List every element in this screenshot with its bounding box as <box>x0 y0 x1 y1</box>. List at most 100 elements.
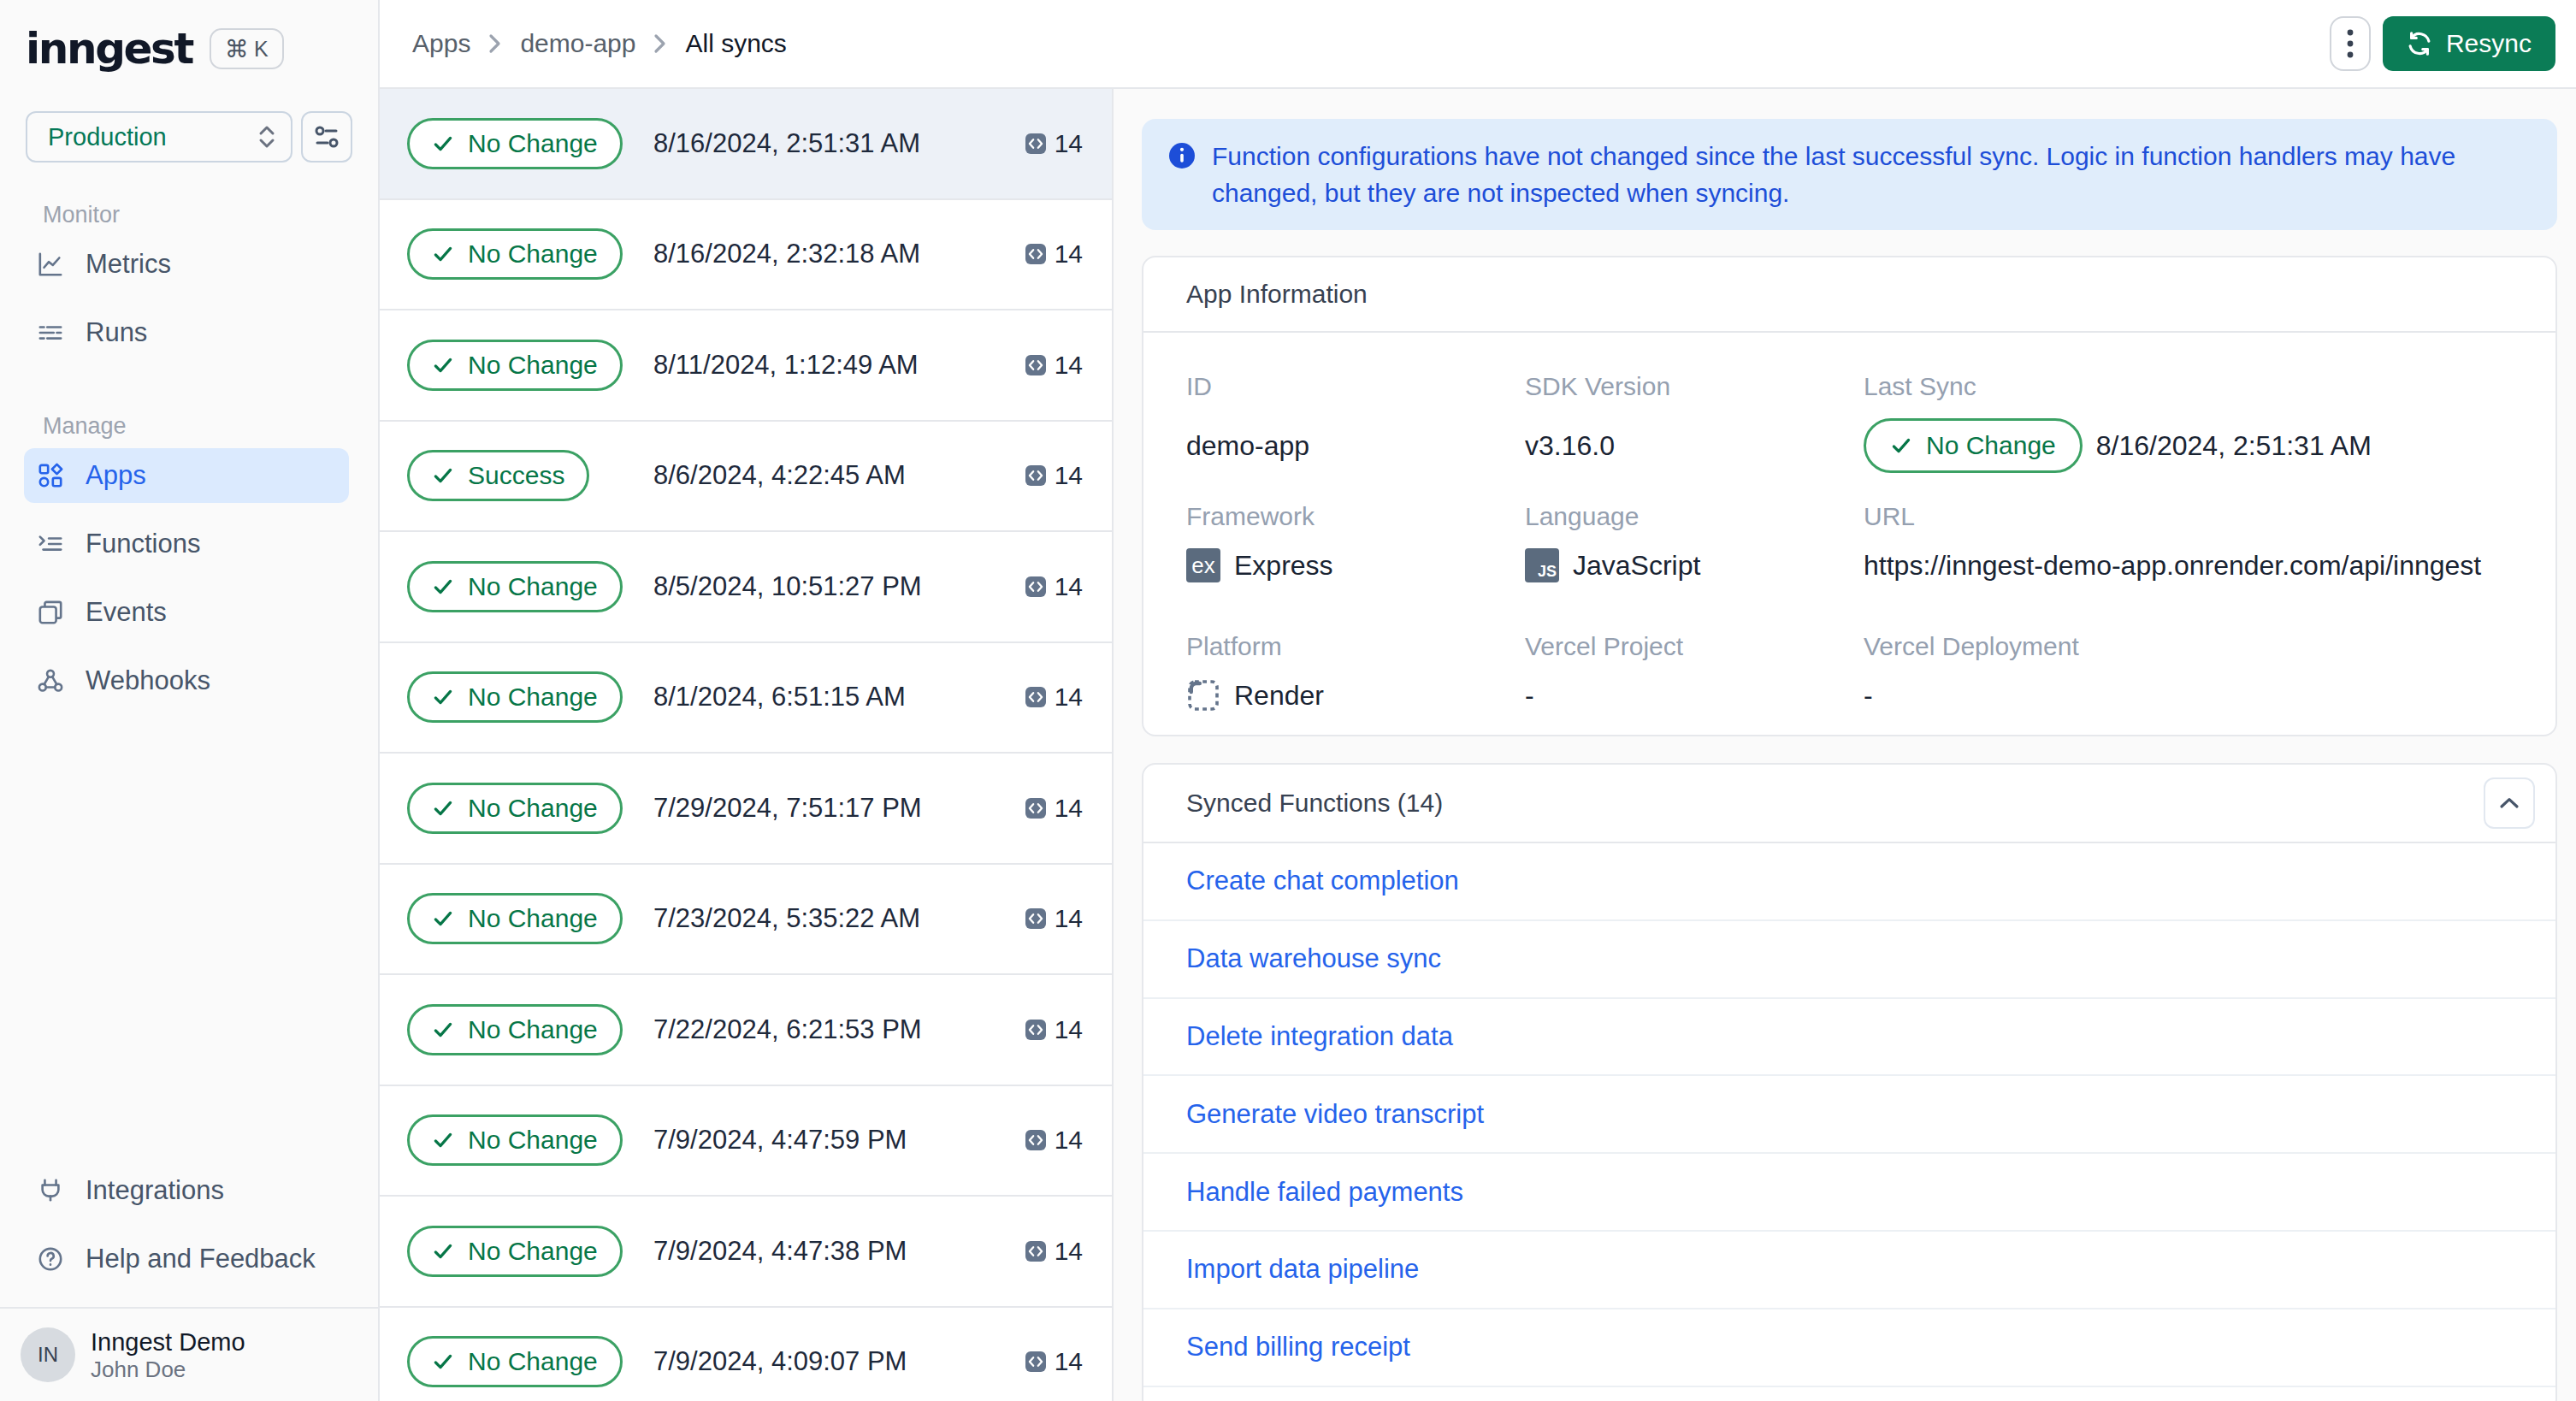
synced-functions-card: Synced Functions (14) Create chat comple… <box>1142 763 2557 1401</box>
function-row[interactable]: Create chat completion <box>1143 843 2555 921</box>
user-org: Inngest Demo <box>91 1327 245 1357</box>
sync-list-item[interactable]: No Change 7/9/2024, 4:47:38 PM 14 <box>380 1197 1112 1308</box>
sync-list-item[interactable]: No Change 7/22/2024, 6:21:53 PM 14 <box>380 975 1112 1086</box>
sync-list-item[interactable]: No Change 8/16/2024, 2:32:18 AM 14 <box>380 200 1112 311</box>
app-root: inngest ⌘K Production Monitor Metrics Ru… <box>0 0 2576 1401</box>
express-icon: ex <box>1186 548 1220 582</box>
sidebar: inngest ⌘K Production Monitor Metrics Ru… <box>0 0 380 1401</box>
sidebar-item-functions[interactable]: Functions <box>24 517 349 571</box>
sidebar-item-label: Help and Feedback <box>86 1244 316 1274</box>
kebab-icon <box>2347 28 2354 59</box>
sync-list: No Change 8/16/2024, 2:51:31 AM 14 No Ch… <box>380 89 1114 1401</box>
function-row[interactable]: Delete integration data <box>1143 999 2555 1077</box>
environment-select[interactable]: Production <box>26 111 292 163</box>
function-row[interactable]: Import data pipeline <box>1143 1232 2555 1309</box>
sync-list-item[interactable]: No Change 7/9/2024, 4:09:07 PM 14 <box>380 1308 1112 1401</box>
sync-list-item[interactable]: No Change 7/9/2024, 4:47:59 PM 14 <box>380 1086 1112 1197</box>
function-row[interactable]: Data warehouse sync <box>1143 921 2555 999</box>
sync-status-badge: No Change <box>407 1004 623 1055</box>
breadcrumb-demo-app[interactable]: demo-app <box>520 29 635 58</box>
collapse-button[interactable] <box>2484 777 2535 829</box>
sync-timestamp: 7/9/2024, 4:09:07 PM <box>653 1346 1025 1377</box>
sync-timestamp: 8/6/2024, 4:22:45 AM <box>653 460 1025 491</box>
function-link[interactable]: Handle failed payments <box>1186 1177 1463 1208</box>
help-icon <box>38 1246 63 1272</box>
sync-status-badge: No Change <box>407 228 623 280</box>
check-icon <box>432 1019 454 1041</box>
chevron-updown-icon <box>257 123 277 151</box>
function-row[interactable]: Generate video transcript <box>1143 1076 2555 1154</box>
code-icon <box>1025 908 1046 929</box>
code-icon <box>1025 687 1046 707</box>
check-icon <box>432 797 454 819</box>
sync-timestamp: 8/16/2024, 2:32:18 AM <box>653 239 1025 269</box>
sidebar-item-help[interactable]: Help and Feedback <box>24 1232 349 1286</box>
shortcut-key: K <box>254 37 269 62</box>
check-icon <box>432 576 454 598</box>
sync-timestamp: 7/22/2024, 6:21:53 PM <box>653 1014 1025 1045</box>
main-panel: Function configurations have not changed… <box>1114 89 2576 1401</box>
code-icon <box>1025 465 1046 486</box>
resync-button[interactable]: Resync <box>2383 16 2555 71</box>
functions-icon <box>38 531 63 557</box>
sidebar-item-apps[interactable]: Apps <box>24 448 349 503</box>
sync-function-count: 14 <box>1025 904 1083 933</box>
user-menu[interactable]: IN Inngest Demo John Doe <box>0 1309 378 1401</box>
sidebar-item-events[interactable]: Events <box>24 585 349 640</box>
code-icon <box>1025 244 1046 264</box>
check-icon <box>432 243 454 265</box>
function-link[interactable]: Delete integration data <box>1186 1021 1453 1052</box>
sidebar-item-label: Events <box>86 597 167 628</box>
environment-label: Production <box>48 123 257 151</box>
sync-timestamp: 8/5/2024, 10:51:27 PM <box>653 571 1025 602</box>
code-icon <box>1025 798 1046 819</box>
field-id: ID demo-app <box>1186 372 1525 502</box>
render-icon <box>1186 678 1220 712</box>
function-row[interactable]: Send billing receipt <box>1143 1309 2555 1387</box>
sync-list-item[interactable]: Success 8/6/2024, 4:22:45 AM 14 <box>380 422 1112 533</box>
field-vercel-project: Vercel Project - <box>1525 632 1864 712</box>
sync-list-item[interactable]: No Change 8/11/2024, 1:12:49 AM 14 <box>380 310 1112 422</box>
breadcrumb-apps[interactable]: Apps <box>412 29 470 58</box>
sidebar-item-integrations[interactable]: Integrations <box>24 1163 349 1218</box>
function-link[interactable]: Generate video transcript <box>1186 1099 1484 1130</box>
code-icon <box>1025 1130 1046 1150</box>
sliders-icon <box>312 122 341 151</box>
more-options-button[interactable] <box>2330 16 2371 71</box>
function-link[interactable]: Create chat completion <box>1186 866 1459 896</box>
sync-status-badge: No Change <box>407 893 623 944</box>
sync-timestamp: 7/23/2024, 5:35:22 AM <box>653 903 1025 934</box>
field-framework: Framework exExpress <box>1186 502 1525 632</box>
environment-settings-button[interactable] <box>301 111 352 163</box>
field-last-sync: Last Sync No Change 8/16/2024, 2:51:31 A… <box>1864 372 2513 502</box>
check-icon <box>432 1351 454 1373</box>
sync-list-item[interactable]: No Change 7/23/2024, 5:35:22 AM 14 <box>380 865 1112 976</box>
command-k-shortcut[interactable]: ⌘K <box>210 28 284 69</box>
sidebar-item-label: Webhooks <box>86 665 210 696</box>
sync-list-item[interactable]: No Change 8/16/2024, 2:51:31 AM 14 <box>380 89 1112 200</box>
code-icon <box>1025 576 1046 597</box>
sidebar-item-label: Metrics <box>86 249 171 280</box>
sidebar-item-label: Apps <box>86 460 146 491</box>
javascript-icon: JS <box>1525 548 1559 582</box>
function-row[interactable]: Handle failed payments <box>1143 1154 2555 1232</box>
sync-list-item[interactable]: No Change 8/1/2024, 6:51:15 AM 14 <box>380 643 1112 754</box>
sidebar-item-runs[interactable]: Runs <box>24 305 349 360</box>
sidebar-item-webhooks[interactable]: Webhooks <box>24 653 349 708</box>
chevron-up-icon <box>2499 796 2520 810</box>
sync-function-count: 14 <box>1025 239 1083 269</box>
sync-status-badge: No Change <box>407 340 623 391</box>
sync-status-badge: No Change <box>407 1226 623 1277</box>
sidebar-item-metrics[interactable]: Metrics <box>24 237 349 292</box>
sync-list-item[interactable]: No Change 7/29/2024, 7:51:17 PM 14 <box>380 754 1112 865</box>
function-link[interactable]: Import data pipeline <box>1186 1254 1419 1285</box>
sync-function-count: 14 <box>1025 1347 1083 1376</box>
sync-status-badge: No Change <box>407 561 623 612</box>
app-information-card: App Information ID demo-app SDK Version … <box>1142 256 2557 736</box>
check-icon <box>432 907 454 930</box>
function-link[interactable]: Data warehouse sync <box>1186 943 1441 974</box>
sidebar-item-label: Integrations <box>86 1175 224 1206</box>
sync-status-badge: No Change <box>407 783 623 834</box>
sync-list-item[interactable]: No Change 8/5/2024, 10:51:27 PM 14 <box>380 532 1112 643</box>
function-link[interactable]: Send billing receipt <box>1186 1332 1410 1363</box>
